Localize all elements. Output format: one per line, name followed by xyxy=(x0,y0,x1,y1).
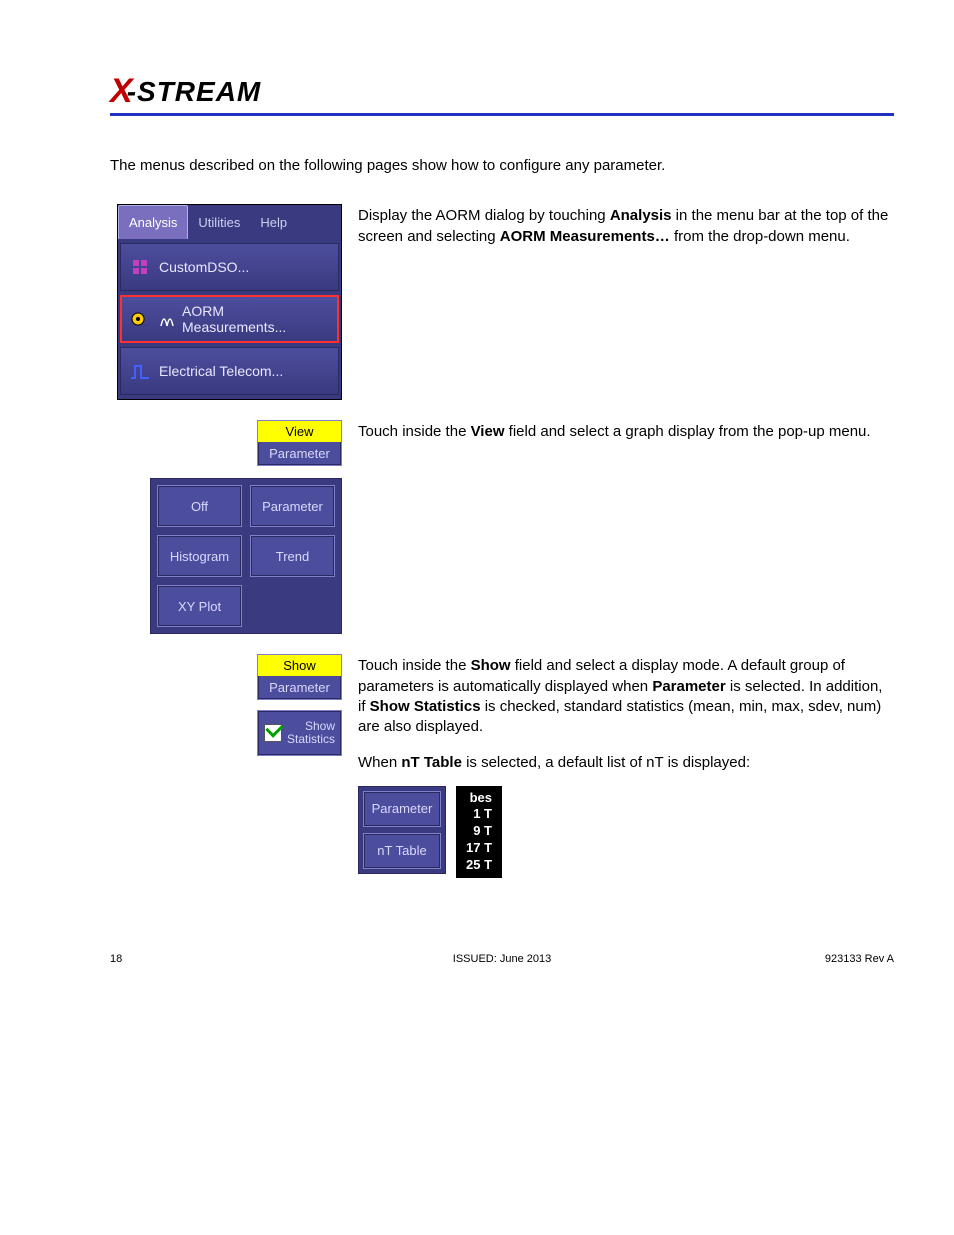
tab-analysis-label: Analysis xyxy=(129,215,177,230)
view-off-label: Off xyxy=(191,499,208,514)
section2-text: Touch inside the View field and select a… xyxy=(358,420,894,442)
view-field-header: View xyxy=(258,421,341,442)
view-option-histogram[interactable]: Histogram xyxy=(157,535,242,577)
show-option-nttable[interactable]: nT Table xyxy=(363,833,441,869)
tab-analysis[interactable]: Analysis xyxy=(118,205,188,239)
view-histogram-label: Histogram xyxy=(170,549,229,564)
s2-ta: Touch inside the xyxy=(358,423,471,440)
ntopt-param-label: Parameter xyxy=(372,800,433,818)
s3-bb: Parameter xyxy=(652,678,725,695)
customdso-icon xyxy=(129,256,151,278)
nt-header: bes xyxy=(466,790,492,807)
view-popup-menu: Off Parameter Histogram Trend XY Plot xyxy=(150,478,342,634)
view-option-off[interactable]: Off xyxy=(157,485,242,527)
stats-l2: Statistics xyxy=(287,732,335,746)
xstream-logo: X -STREAM xyxy=(110,72,894,111)
view-option-xyplot[interactable]: XY Plot xyxy=(157,585,242,627)
aorm-target-icon xyxy=(130,308,152,330)
analysis-dropdown-panel: Analysis Utilities Help CustomDSO... xyxy=(117,204,342,400)
logo-stream: -STREAM xyxy=(127,76,262,108)
aorm-wave-icon xyxy=(160,308,174,330)
show-field-value: Parameter xyxy=(269,676,330,699)
s1-ba: Analysis xyxy=(610,207,672,224)
s3-be: nT Table xyxy=(401,754,462,771)
telecom-pulse-icon xyxy=(129,360,151,382)
menu-item-aorm[interactable]: AORM Measurements... xyxy=(120,295,339,343)
menu-item-telecom[interactable]: Electrical Telecom... xyxy=(120,347,339,395)
s3-te: When xyxy=(358,754,401,771)
nt-row-4: 25 T xyxy=(466,857,492,874)
show-field-button[interactable]: Show Parameter xyxy=(257,654,342,700)
s3-tf: is selected, a default list of nT is dis… xyxy=(462,754,750,771)
section1-text: Display the AORM dialog by touching Anal… xyxy=(358,204,894,247)
view-option-parameter[interactable]: Parameter xyxy=(250,485,335,527)
menu-item-customdso[interactable]: CustomDSO... xyxy=(120,243,339,291)
view-option-trend[interactable]: Trend xyxy=(250,535,335,577)
tab-help[interactable]: Help xyxy=(250,205,297,239)
nt-row-1: 1 T xyxy=(466,806,492,823)
view-field-value: Parameter xyxy=(269,442,330,465)
show-option-parameter[interactable]: Parameter xyxy=(363,791,441,827)
show-statistics-label: Show Statistics xyxy=(286,720,335,746)
issued-date: ISSUED: June 2013 xyxy=(110,953,894,965)
s1-bb: AORM Measurements… xyxy=(500,228,670,245)
section3-text: Touch inside the Show field and select a… xyxy=(358,654,894,878)
menu-item-aorm-label: AORM Measurements... xyxy=(182,303,329,335)
nt-table-display: bes 1 T 9 T 17 T 25 T xyxy=(456,786,502,878)
nt-row-3: 17 T xyxy=(466,840,492,857)
view-parameter-label: Parameter xyxy=(262,499,323,514)
tab-help-label: Help xyxy=(260,215,287,230)
s3-ta: Touch inside the xyxy=(358,657,471,674)
view-xyplot-label: XY Plot xyxy=(178,599,221,614)
show-popup-menu: Parameter nT Table xyxy=(358,786,446,874)
nt-row-2: 9 T xyxy=(466,823,492,840)
show-field-header: Show xyxy=(258,655,341,676)
s2-ba: View xyxy=(471,423,505,440)
check-icon xyxy=(264,724,282,742)
stats-l1: Show xyxy=(305,719,335,733)
s1-tc: from the drop-down menu. xyxy=(670,228,850,245)
tab-utilities-label: Utilities xyxy=(198,215,240,230)
s3-ba: Show xyxy=(471,657,511,674)
show-statistics-checkbox[interactable]: Show Statistics xyxy=(257,710,342,756)
s1-ta: Display the AORM dialog by touching xyxy=(358,207,610,224)
page-footer: 18 ISSUED: June 2013 923133 Rev A xyxy=(110,953,894,965)
tab-utilities[interactable]: Utilities xyxy=(188,205,250,239)
page-header: X -STREAM xyxy=(110,72,894,116)
ntopt-nt-label: nT Table xyxy=(377,842,426,860)
s3-bc: Show Statistics xyxy=(370,698,481,715)
view-field-button[interactable]: View Parameter xyxy=(257,420,342,466)
menu-item-customdso-label: CustomDSO... xyxy=(159,259,249,275)
view-trend-label: Trend xyxy=(276,549,309,564)
menu-item-telecom-label: Electrical Telecom... xyxy=(159,363,283,379)
intro-text: The menus described on the following pag… xyxy=(110,156,894,176)
s2-tb: field and select a graph display from th… xyxy=(505,423,871,440)
